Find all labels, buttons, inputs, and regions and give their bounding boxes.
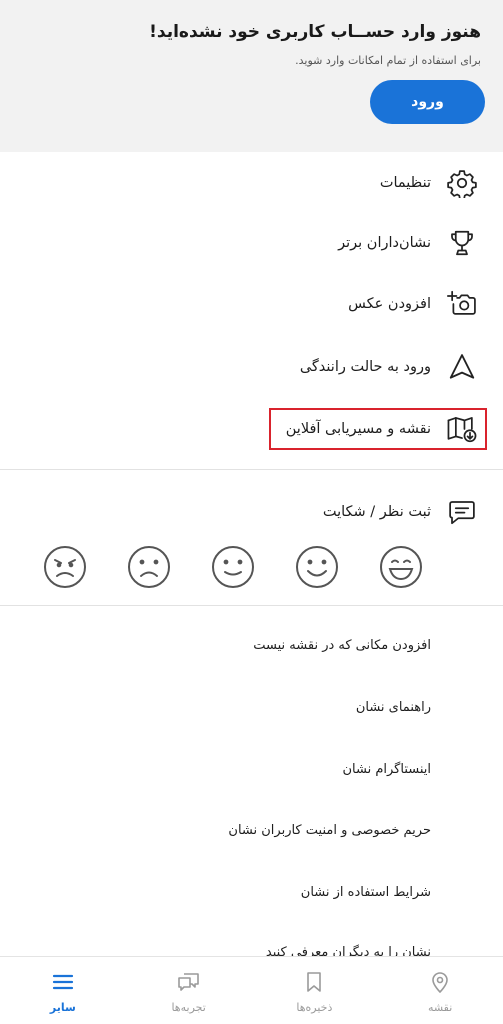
link-instagram[interactable]: اینستاگرام نشان — [342, 762, 431, 777]
menu-label-add-photo: افزودن عکس — [348, 296, 431, 312]
menu-item-top-users[interactable]: نشان‌داران برتر — [0, 215, 503, 271]
menu-icon — [50, 969, 76, 995]
login-title: هنوز وارد حســاب کاربری خود نشده‌اید! — [149, 22, 481, 42]
nav-item-saved[interactable]: ذخیره‌ها — [252, 957, 378, 1024]
more-page: هنوز وارد حســاب کاربری خود نشده‌اید! بر… — [0, 0, 503, 1024]
happy-face-icon[interactable] — [294, 544, 340, 590]
map-pin-icon — [427, 969, 453, 995]
nav-item-more[interactable]: سایر — [0, 957, 126, 1024]
nav-label-map: نقشه — [427, 1001, 453, 1014]
bottom-navigation: نقشه ذخیره‌ها تجربه‌ها — [0, 956, 503, 1024]
divider — [0, 469, 503, 470]
add-photo-icon — [445, 287, 479, 321]
menu-label-driving-mode: ورود به حالت رانندگی — [299, 359, 431, 375]
menu-item-driving-mode[interactable]: ورود به حالت رانندگی — [0, 339, 503, 395]
angry-face-icon[interactable] — [42, 544, 88, 590]
nav-label-experiences: تجربه‌ها — [171, 1001, 206, 1014]
menu-item-feedback[interactable]: ثبت نظر / شکایت — [0, 484, 503, 540]
gear-icon — [445, 166, 479, 200]
menu-item-settings[interactable]: تنظیمات — [0, 155, 503, 211]
rating-faces — [0, 544, 503, 590]
sad-face-icon[interactable] — [126, 544, 172, 590]
navigation-arrow-icon — [445, 350, 479, 384]
link-privacy[interactable]: حریم خصوصی و امنیت کاربران نشان — [228, 823, 431, 838]
divider — [0, 605, 503, 606]
menu-label-settings: تنظیمات — [379, 175, 431, 191]
link-add-missing-place[interactable]: افزودن مکانی که در نقشه نیست — [253, 638, 431, 653]
chat-icon — [176, 969, 202, 995]
nav-label-more: سایر — [49, 1001, 76, 1014]
login-banner: هنوز وارد حســاب کاربری خود نشده‌اید! بر… — [0, 0, 503, 152]
nav-item-experiences[interactable]: تجربه‌ها — [126, 957, 252, 1024]
highlight-box — [269, 408, 487, 450]
nav-item-map[interactable]: نقشه — [377, 957, 503, 1024]
bookmark-icon — [301, 969, 327, 995]
menu-item-add-photo[interactable]: افزودن عکس — [0, 276, 503, 332]
menu-label-top-users: نشان‌داران برتر — [338, 235, 431, 251]
very-happy-face-icon[interactable] — [378, 544, 424, 590]
trophy-icon — [445, 226, 479, 260]
login-button[interactable]: ورود — [370, 80, 485, 124]
menu-label-feedback: ثبت نظر / شکایت — [322, 504, 431, 520]
nav-label-saved: ذخیره‌ها — [296, 1001, 333, 1014]
neutral-face-icon[interactable] — [210, 544, 256, 590]
login-subtitle: برای استفاده از تمام امکانات وارد شوید. — [295, 54, 481, 67]
feedback-icon — [445, 495, 479, 529]
link-terms[interactable]: شرایط استفاده از نشان — [301, 885, 431, 900]
link-guide[interactable]: راهنمای نشان — [356, 700, 431, 715]
